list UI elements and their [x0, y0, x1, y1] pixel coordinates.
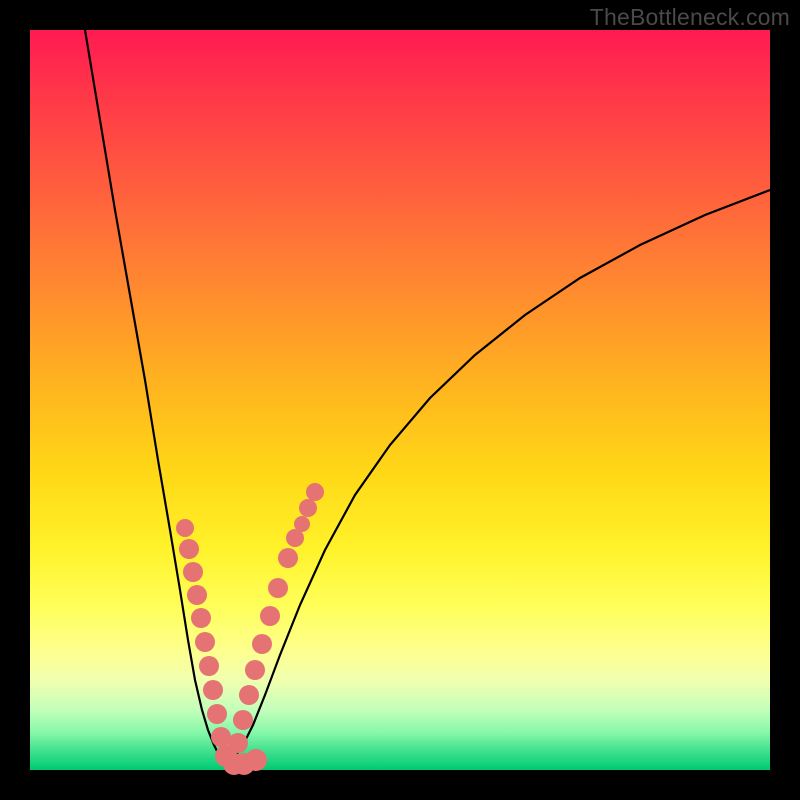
marker-dot — [207, 704, 227, 724]
marker-dot — [176, 519, 194, 537]
marker-dot — [268, 578, 288, 598]
marker-dot — [211, 727, 231, 747]
marker-dot — [278, 548, 298, 568]
marker-dot — [252, 634, 272, 654]
marker-dot — [239, 685, 259, 705]
marker-dot — [260, 606, 280, 626]
marker-dot — [245, 660, 265, 680]
chart-frame: TheBottleneck.com — [0, 0, 800, 800]
marker-dot — [195, 632, 215, 652]
curve-right — [226, 190, 770, 765]
marker-dot — [245, 749, 267, 771]
plot-area — [30, 30, 770, 770]
marker-dot — [191, 608, 211, 628]
marker-dot — [179, 539, 199, 559]
marker-dot — [183, 562, 203, 582]
marker-dot — [306, 483, 324, 501]
curve-left — [85, 30, 226, 765]
watermark-text: TheBottleneck.com — [590, 4, 790, 31]
marker-dot — [199, 656, 219, 676]
marker-dot — [294, 516, 310, 532]
marker-dot — [233, 710, 253, 730]
curve-layer — [30, 30, 770, 770]
marker-dot — [203, 680, 223, 700]
marker-dot — [299, 499, 317, 517]
marker-dot — [187, 585, 207, 605]
marker-dot — [228, 733, 248, 753]
